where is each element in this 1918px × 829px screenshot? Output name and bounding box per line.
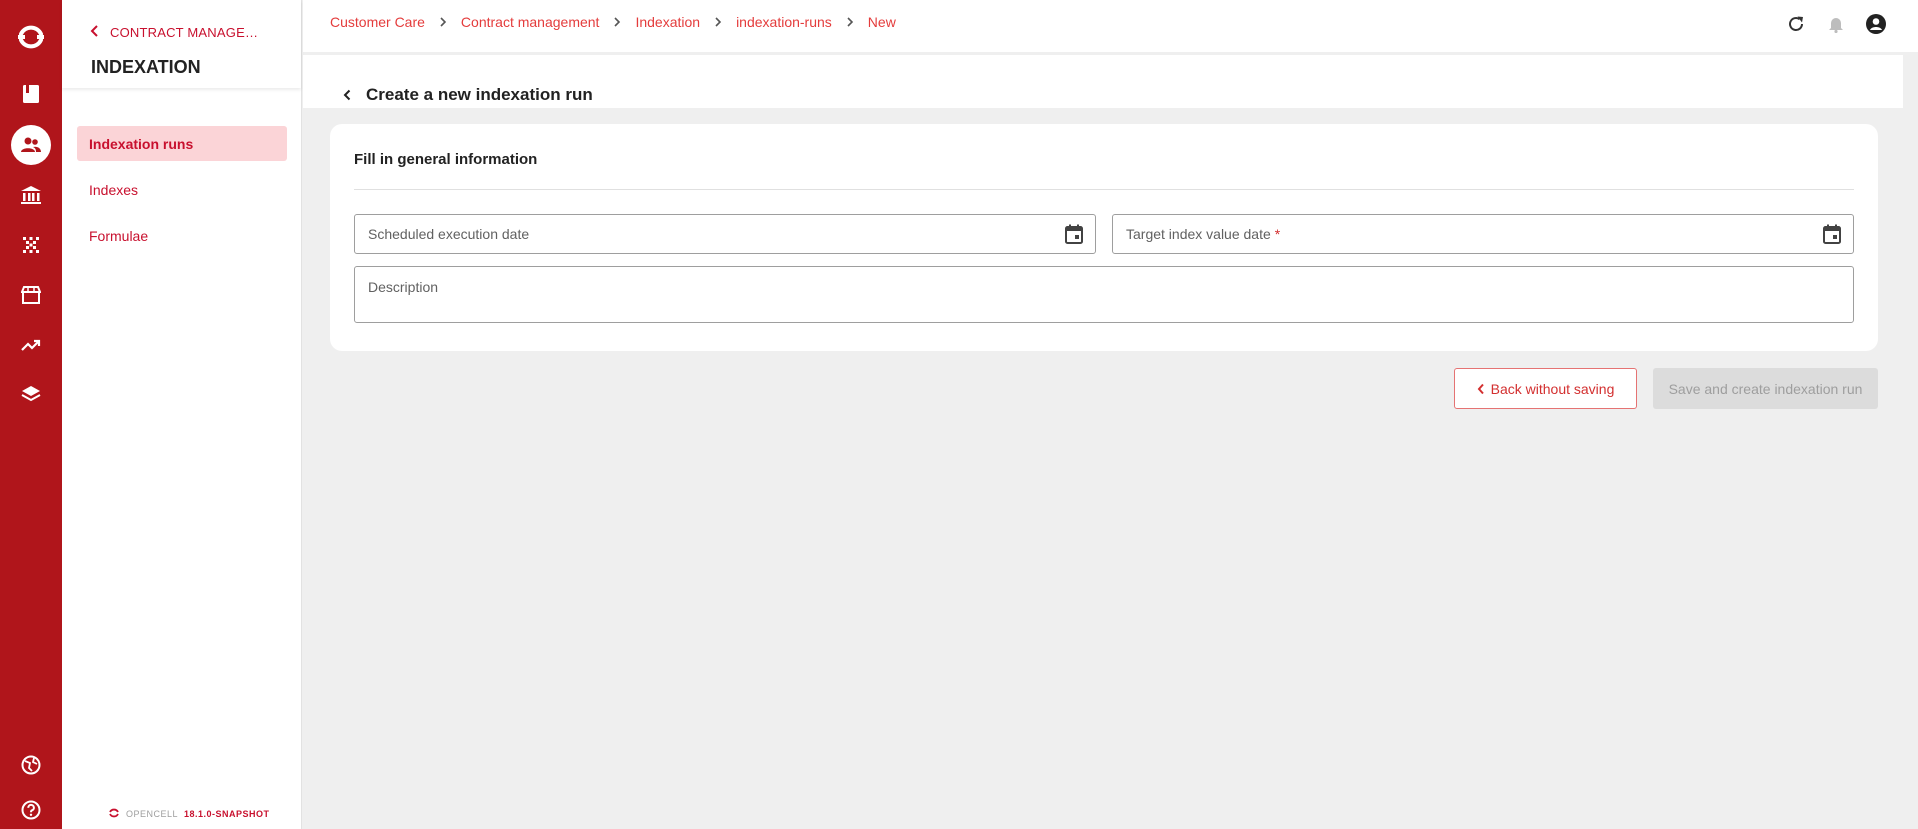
customers-icon[interactable]	[11, 125, 51, 165]
trending-icon[interactable]	[11, 325, 51, 365]
description-field[interactable]: Description	[354, 266, 1854, 323]
chevron-left-icon	[343, 89, 350, 101]
refresh-icon[interactable]	[1784, 12, 1808, 36]
side-menu-item-indexes[interactable]: Indexes	[77, 172, 287, 207]
globe-icon[interactable]	[11, 745, 51, 785]
breadcrumb-customer-care[interactable]: Customer Care	[330, 14, 425, 30]
opencell-logo-icon[interactable]	[12, 20, 50, 54]
page-back-button[interactable]	[335, 85, 359, 105]
calendar-icon[interactable]	[1063, 223, 1085, 245]
side-menu: CONTRACT MANAGEMENT INDEXATION Indexatio…	[62, 0, 302, 829]
required-mark: *	[1274, 226, 1281, 242]
section-title: Fill in general information	[354, 151, 538, 168]
scheduled-execution-date-label: Scheduled execution date	[368, 226, 530, 242]
opencell-small-logo-icon	[108, 807, 120, 821]
breadcrumb-new[interactable]: New	[868, 14, 896, 30]
help-icon[interactable]	[11, 790, 51, 829]
chevron-left-icon	[90, 24, 100, 41]
general-info-card: Fill in general information Scheduled ex…	[330, 124, 1878, 351]
bank-icon[interactable]	[11, 175, 51, 215]
save-and-create-button[interactable]: Save and create indexation run	[1653, 368, 1878, 409]
description-label: Description	[368, 279, 439, 295]
layers-icon[interactable]	[11, 374, 51, 414]
side-menu-header: CONTRACT MANAGEMENT INDEXATION	[62, 0, 301, 88]
back-without-saving-label: Back without saving	[1490, 380, 1615, 397]
breadcrumb-indexation[interactable]: Indexation	[635, 14, 700, 30]
back-without-saving-button[interactable]: Back without saving	[1454, 368, 1637, 409]
page-header: Create a new indexation run	[303, 55, 1903, 108]
version-label: 18.1.0-SNAPSHOT	[184, 809, 270, 819]
book-icon[interactable]	[11, 74, 51, 114]
side-menu-item-indexation-runs[interactable]: Indexation runs	[77, 126, 287, 161]
chevron-left-icon	[1477, 383, 1484, 394]
target-index-value-date-label: Target index value date *	[1126, 226, 1280, 242]
scheduled-execution-date-field[interactable]: Scheduled execution date	[354, 214, 1096, 254]
breadcrumb-contract-management[interactable]: Contract management	[461, 14, 600, 30]
chevron-right-icon	[613, 16, 621, 28]
save-and-create-label: Save and create indexation run	[1668, 380, 1863, 397]
chevron-right-icon	[439, 16, 447, 28]
breadcrumb-indexation-runs[interactable]: indexation-runs	[736, 14, 832, 30]
top-actions	[1784, 12, 1888, 36]
module-back-label: CONTRACT MANAGEMENT	[110, 25, 263, 40]
calendar-icon[interactable]	[1821, 223, 1843, 245]
side-menu-item-formulae[interactable]: Formulae	[77, 218, 287, 253]
chevron-right-icon	[714, 16, 722, 28]
target-index-value-date-field[interactable]: Target index value date *	[1112, 214, 1854, 254]
top-bar: Customer Care Contract management Indexa…	[303, 0, 1918, 52]
page-title: Create a new indexation run	[366, 85, 593, 104]
account-icon[interactable]	[1864, 12, 1888, 36]
app-rail	[0, 0, 62, 829]
module-back-link[interactable]: CONTRACT MANAGEMENT	[90, 24, 263, 41]
bell-icon[interactable]	[1824, 12, 1848, 36]
store-icon[interactable]	[11, 275, 51, 315]
version-footer: OPENCELL 18.1.0-SNAPSHOT	[108, 807, 270, 821]
side-menu-list: Indexation runs Indexes Formulae	[77, 126, 287, 264]
network-icon[interactable]	[11, 225, 51, 265]
section-divider	[354, 189, 1854, 190]
breadcrumb: Customer Care Contract management Indexa…	[330, 14, 896, 30]
module-title: INDEXATION	[91, 57, 201, 77]
chevron-right-icon	[846, 16, 854, 28]
brand-name: OPENCELL	[126, 809, 179, 819]
target-index-label-text: Target index value date	[1126, 226, 1271, 242]
